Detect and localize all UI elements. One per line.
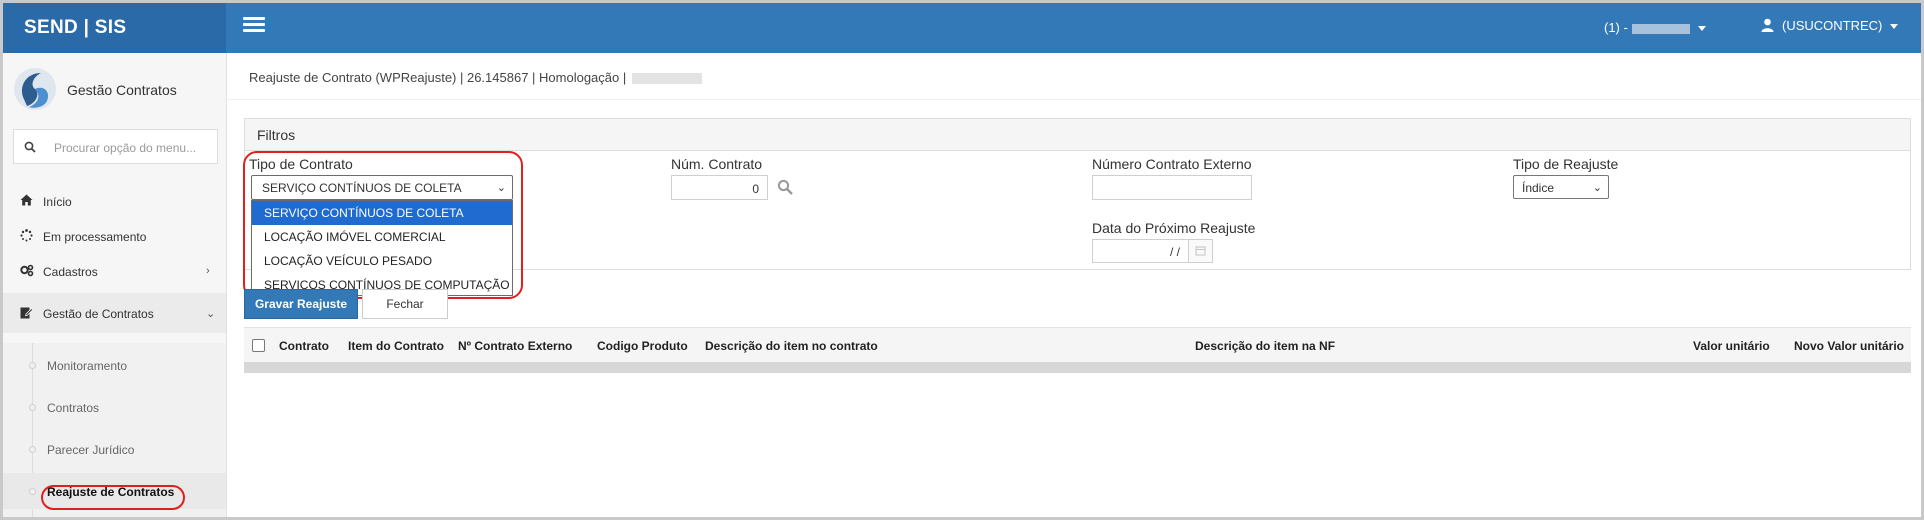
column-header[interactable]: Codigo Produto	[597, 339, 688, 353]
select-all-checkbox[interactable]	[252, 339, 265, 352]
num-contrato-externo-label: Número Contrato Externo	[1092, 156, 1252, 172]
user-menu[interactable]: (USUCONTREC)	[1761, 18, 1899, 35]
num-contrato-externo-input[interactable]	[1092, 175, 1252, 200]
data-proximo-reajuste-label: Data do Próximo Reajuste	[1092, 220, 1256, 236]
sidebar-item-cadastros[interactable]: Cadastros ›	[3, 251, 226, 291]
save-button[interactable]: Gravar Reajuste	[244, 289, 358, 319]
num-contrato-label: Núm. Contrato	[671, 156, 763, 172]
sidebar-item-em-processamento[interactable]: Em processamento	[3, 216, 226, 256]
divider	[227, 99, 1921, 100]
user-name: (USUCONTREC)	[1782, 18, 1883, 33]
highlight-annotation	[243, 151, 523, 299]
search-placeholder: Procurar opção do menu...	[54, 141, 197, 155]
tree-node-dot	[29, 446, 36, 453]
environment-selector[interactable]: (1) -	[1604, 20, 1706, 35]
search-icon	[24, 141, 36, 153]
submenu-item-label: Monitoramento	[47, 359, 128, 373]
sidebar-item-gestao-contratos[interactable]: Gestão de Contratos ⌄	[3, 293, 226, 333]
home-icon	[20, 194, 33, 206]
filters-title: Filtros	[245, 119, 1910, 151]
sidebar: Gestão Contratos Procurar opção do menu.…	[3, 53, 227, 517]
highlight-annotation	[41, 485, 185, 510]
edit-icon	[20, 307, 33, 319]
menu-toggle-icon[interactable]	[243, 17, 265, 33]
user-icon	[1761, 18, 1774, 35]
column-header[interactable]: Nº Contrato Externo	[458, 339, 572, 353]
calendar-button[interactable]	[1189, 239, 1213, 263]
tree-node-dot	[29, 488, 36, 495]
chevron-down-icon	[1890, 24, 1899, 30]
module-title: Gestão Contratos	[67, 82, 177, 98]
table-header: Contrato Item do Contrato Nº Contrato Ex…	[244, 327, 1911, 362]
sidebar-item-label: Cadastros	[43, 265, 98, 279]
sidebar-item-inicio[interactable]: Início	[3, 181, 226, 221]
submenu-item-label: Parecer Jurídico	[47, 443, 135, 457]
submenu-item-label: Contratos	[47, 401, 100, 415]
module-logo-icon	[14, 68, 56, 110]
column-header[interactable]: Contrato	[279, 339, 329, 353]
column-header[interactable]: Valor unitário	[1693, 339, 1770, 353]
close-button[interactable]: Fechar	[362, 289, 448, 319]
chevron-down-icon	[1697, 26, 1706, 32]
column-header[interactable]: Item do Contrato	[348, 339, 444, 353]
tree-node-dot	[29, 404, 36, 411]
submenu-item-contratos[interactable]: Contratos	[3, 389, 226, 425]
gears-icon	[20, 264, 34, 277]
menu-search-input[interactable]: Procurar opção do menu...	[13, 129, 218, 164]
sidebar-item-label: Em processamento	[43, 230, 147, 244]
data-proximo-reajuste-input[interactable]: / /	[1092, 239, 1189, 263]
breadcrumb: Reajuste de Contrato (WPReajuste) | 26.1…	[249, 70, 703, 85]
table-empty-row	[244, 362, 1911, 373]
chevron-down-icon: ⌄	[1592, 182, 1602, 194]
calendar-icon	[1195, 246, 1206, 256]
submenu-item-monitoramento[interactable]: Monitoramento	[3, 347, 226, 383]
submenu-item-parecer-juridico[interactable]: Parecer Jurídico	[3, 431, 226, 467]
environment-label: (1) -	[1604, 20, 1628, 35]
tipo-reajuste-select[interactable]: Índice ⌄	[1513, 175, 1609, 199]
num-contrato-input[interactable]: 0	[671, 175, 768, 200]
breadcrumb-text: Reajuste de Contrato (WPReajuste) | 26.1…	[249, 70, 627, 85]
tipo-reajuste-value: Índice	[1522, 181, 1555, 195]
brand-logo[interactable]: SEND | SIS	[3, 3, 226, 53]
app-window: SEND | SIS (1) - (USUCONTREC) Gestão Con…	[0, 0, 1924, 520]
chevron-right-icon: ›	[206, 265, 210, 277]
redacted-text	[632, 73, 703, 85]
sidebar-item-label: Início	[43, 195, 72, 209]
column-header[interactable]: Descrição do item no contrato	[705, 339, 878, 353]
spinner-icon	[20, 229, 33, 242]
top-bar: SEND | SIS (1) - (USUCONTREC)	[3, 3, 1921, 53]
column-header[interactable]: Descrição do item na NF	[1195, 339, 1335, 353]
tree-node-dot	[29, 362, 36, 369]
redacted-environment	[1631, 23, 1690, 34]
search-icon[interactable]	[777, 179, 793, 195]
column-header[interactable]: Novo Valor unitário	[1794, 339, 1904, 353]
tipo-reajuste-label: Tipo de Reajuste	[1513, 156, 1619, 172]
sidebar-item-label: Gestão de Contratos	[43, 307, 154, 321]
chevron-down-icon: ⌄	[206, 308, 216, 320]
